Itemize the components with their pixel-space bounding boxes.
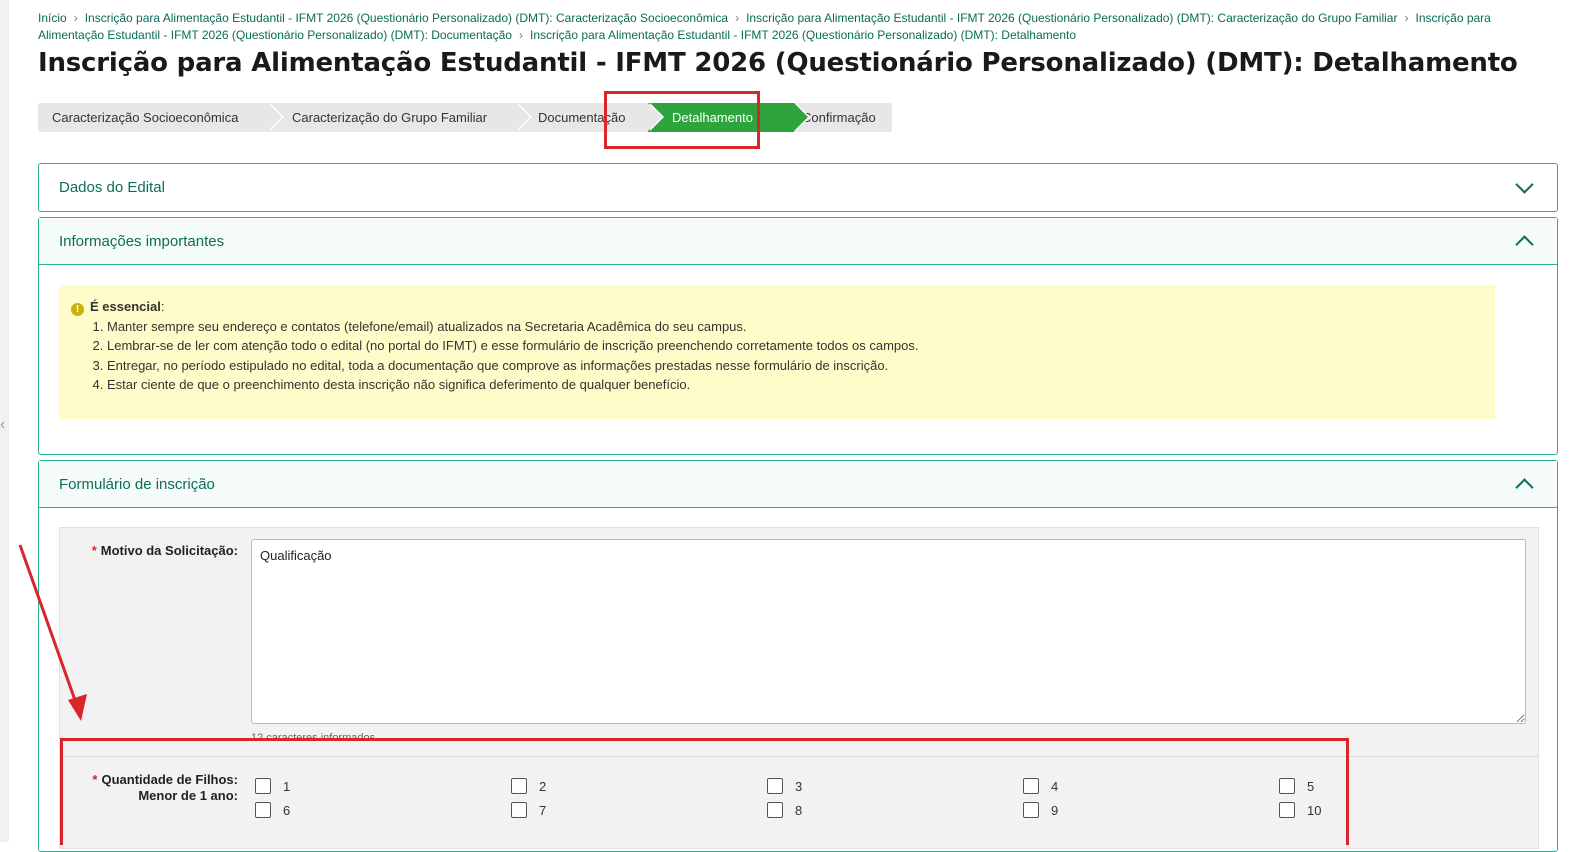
- motivo-textarea[interactable]: Qualificação: [251, 539, 1526, 724]
- section-title: Informações importantes: [59, 232, 225, 250]
- notice-heading-row: ! É essencial:: [71, 297, 1475, 317]
- chevron-up-icon[interactable]: [1515, 234, 1534, 254]
- breadcrumb-link-detalhamento[interactable]: Inscrição para Alimentação Estudantil - …: [530, 28, 1076, 42]
- step-label: Caracterização Socioeconômica: [52, 110, 239, 125]
- notice-essential: ! É essencial: Manter sempre seu endereço…: [59, 285, 1495, 419]
- highlight-box-filhos: [60, 738, 1349, 845]
- section-informacoes-importantes: Informações importantes ! É essencial: Ma…: [38, 217, 1558, 455]
- section-title: Formulário de inscrição: [59, 475, 215, 493]
- notice-colon: :: [160, 299, 165, 314]
- notice-heading: É essencial: [90, 299, 161, 314]
- section-header-formulario[interactable]: Formulário de inscrição: [39, 461, 1557, 508]
- section-header-informacoes[interactable]: Informações importantes: [39, 218, 1557, 265]
- breadcrumb-link-grupo-familiar[interactable]: Inscrição para Alimentação Estudantil - …: [746, 11, 1397, 25]
- step-arrow: [268, 103, 282, 131]
- breadcrumb-link-socioeconomica[interactable]: Inscrição para Alimentação Estudantil - …: [85, 11, 728, 25]
- warning-icon: !: [71, 303, 84, 316]
- breadcrumb-separator-icon: ›: [518, 28, 523, 42]
- step-socioeconomica[interactable]: Caracterização Socioeconômica: [38, 103, 284, 132]
- wizard-steps: Caracterização Socioeconômica Caracteriz…: [38, 103, 892, 132]
- section-dados-edital: Dados do Edital: [38, 163, 1558, 212]
- notice-list: Manter sempre seu endereço e contatos (t…: [71, 317, 1475, 395]
- step-arrow: [648, 103, 662, 131]
- highlight-box-step: [604, 91, 760, 149]
- section-header-dados-edital[interactable]: Dados do Edital: [39, 164, 1557, 210]
- step-grupo-familiar[interactable]: Caracterização do Grupo Familiar: [268, 103, 532, 132]
- motivo-label-text: Motivo da Solicitação:: [100, 543, 238, 558]
- collapse-sidebar-icon[interactable]: ‹: [0, 416, 5, 434]
- breadcrumb-separator-icon: ›: [1404, 11, 1409, 25]
- chevron-down-icon[interactable]: [1515, 174, 1534, 194]
- section-title: Dados do Edital: [59, 178, 165, 196]
- chevron-up-icon[interactable]: [1515, 477, 1534, 497]
- motivo-label: * Motivo da Solicitação:: [70, 543, 238, 558]
- notice-item: Lembrar-se de ler com atenção todo o edi…: [107, 336, 1475, 356]
- notice-item: Manter sempre seu endereço e contatos (t…: [107, 317, 1475, 337]
- notice-item: Entregar, no período estipulado no edita…: [107, 356, 1475, 376]
- breadcrumb: Início › Inscrição para Alimentação Estuda…: [38, 10, 1558, 44]
- notice-item: Estar ciente de que o preenchimento dest…: [107, 375, 1475, 395]
- page-title: Inscrição para Alimentação Estudantil - …: [38, 48, 1518, 78]
- step-label: Caracterização do Grupo Familiar: [292, 110, 488, 125]
- step-arrow: [516, 103, 530, 131]
- breadcrumb-link-inicio[interactable]: Início: [38, 11, 67, 25]
- breadcrumb-separator-icon: ›: [73, 11, 78, 25]
- required-asterisk: *: [91, 543, 97, 558]
- step-arrow: [794, 103, 808, 131]
- breadcrumb-separator-icon: ›: [735, 11, 740, 25]
- step-label: Confirmação: [802, 110, 876, 125]
